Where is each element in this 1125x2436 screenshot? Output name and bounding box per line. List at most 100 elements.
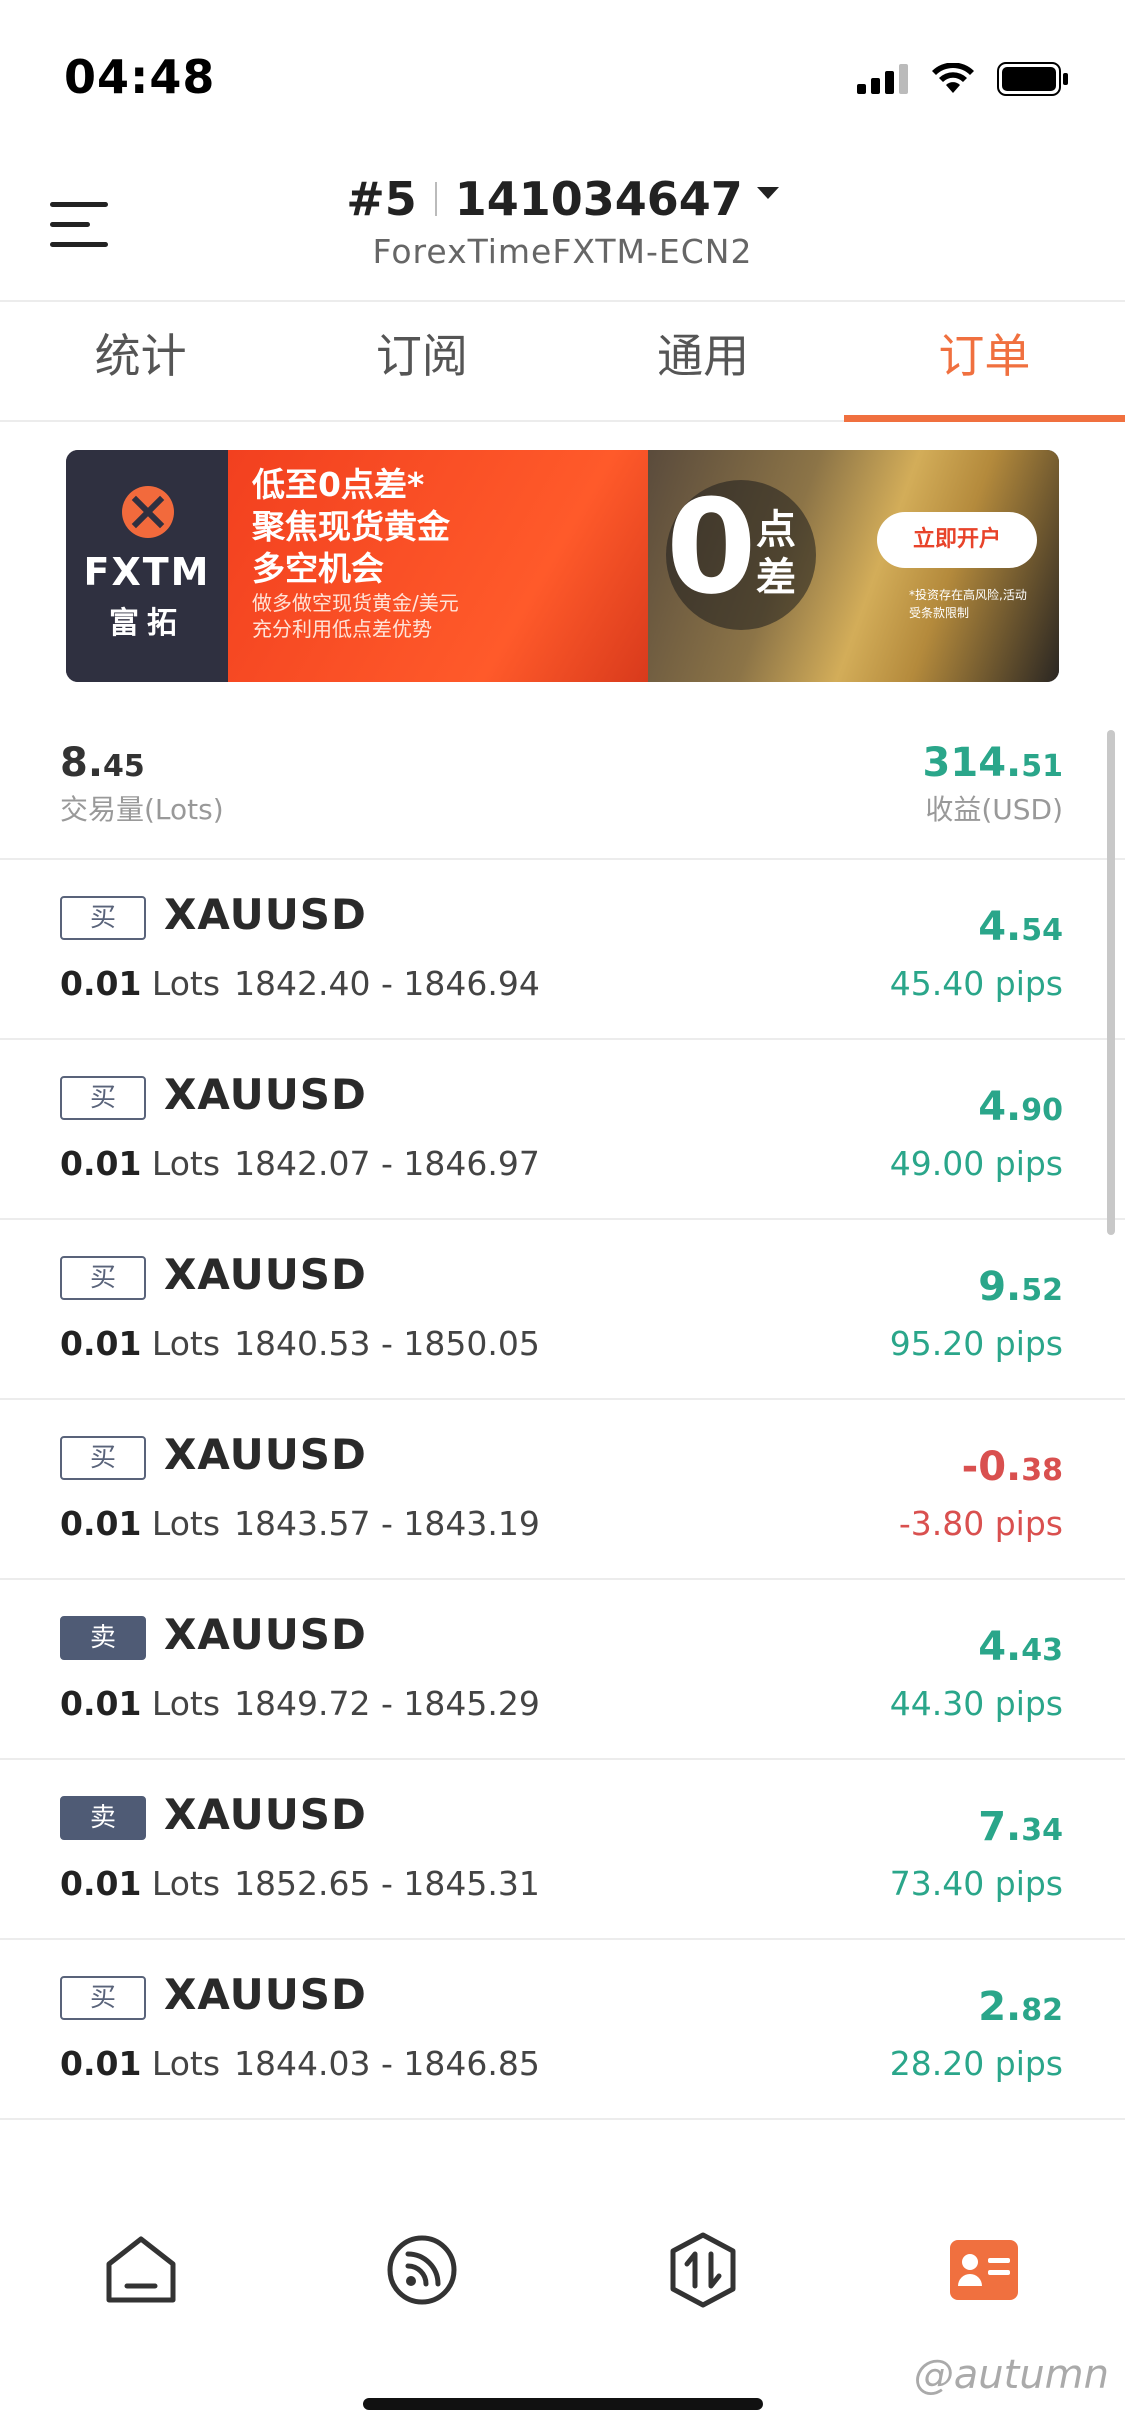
profit-dec: 90	[1021, 1093, 1063, 1128]
tab-orders[interactable]: 订单	[843, 300, 1125, 422]
order-profit: -0.38	[962, 1444, 1063, 1490]
nav-profile[interactable]	[844, 2195, 1125, 2345]
order-row[interactable]: 买 XAUUSD 0.01 Lots 1842.07 - 1846.97 4.90…	[0, 1040, 1125, 1220]
order-row[interactable]: 买 XAUUSD 0.01 Lots 1844.03 - 1846.85 2.82…	[0, 1940, 1125, 2120]
order-detail: 0.01 Lots 1844.03 - 1846.85	[60, 2044, 540, 2083]
order-prices: 1842.40 - 1846.94	[234, 964, 540, 1003]
orders-summary: 8.45 交易量(Lots) 314.51 收益(USD)	[0, 712, 1125, 860]
order-symbol: XAUUSD	[164, 1790, 367, 1839]
order-profit: 4.54	[978, 904, 1063, 950]
profile-card-icon	[950, 2240, 1019, 2300]
order-prices: 1842.07 - 1846.97	[234, 1144, 540, 1183]
nav-trade[interactable]	[563, 2195, 844, 2345]
side-badge: 买	[60, 1256, 146, 1300]
side-badge: 买	[60, 896, 146, 940]
battery-icon	[997, 62, 1068, 96]
profit-int: 9.	[978, 1264, 1022, 1310]
side-badge: 卖	[60, 1616, 146, 1660]
side-badge: 卖	[60, 1796, 146, 1840]
tab-general[interactable]: 通用	[563, 300, 844, 420]
volume-value: 8.45	[60, 740, 224, 786]
order-lots-unit: Lots	[151, 2044, 221, 2083]
cellular-signal-icon	[857, 64, 908, 94]
order-lots: 0.01	[60, 2044, 142, 2083]
order-symbol: XAUUSD	[164, 890, 367, 939]
order-symbol: XAUUSD	[164, 1430, 367, 1479]
promo-headline: 多空机会	[252, 549, 384, 588]
profit-int: 7.	[978, 1804, 1022, 1850]
order-row[interactable]: 买 XAUUSD 0.01 Lots 1842.40 - 1846.94 4.54…	[0, 860, 1125, 1040]
order-lots-unit: Lots	[151, 964, 221, 1003]
order-pips: 49.00 pips	[889, 1144, 1063, 1183]
promo-subtext: 做多做空现货黄金/美元	[252, 591, 459, 615]
order-row[interactable]: 买 XAUUSD 0.01 Lots 1843.57 - 1843.19 -0.3…	[0, 1400, 1125, 1580]
order-lots: 0.01	[60, 964, 142, 1003]
total-profit-value: 314.51	[923, 740, 1063, 786]
profit-int: 314.	[922, 740, 1022, 786]
account-number: #5	[346, 172, 417, 226]
account-selector[interactable]: #5 141034647 ForexTimeFXTM-ECN2	[0, 172, 1125, 271]
server-name: ForexTimeFXTM-ECN2	[372, 232, 753, 271]
side-badge: 买	[60, 1076, 146, 1120]
order-detail: 0.01 Lots 1843.57 - 1843.19	[60, 1504, 540, 1543]
order-profit: 9.52	[978, 1264, 1063, 1310]
order-lots-unit: Lots	[151, 1684, 221, 1723]
order-profit: 2.82	[978, 1984, 1063, 2030]
order-pips: 73.40 pips	[889, 1864, 1063, 1903]
order-detail: 0.01 Lots 1840.53 - 1850.05	[60, 1324, 540, 1363]
home-indicator	[363, 2398, 763, 2410]
fxtm-logo-icon	[122, 486, 174, 538]
promo-banner[interactable]: FXTM 富拓 低至0点差* 聚焦现货黄金 多空机会 做多做空现货黄金/美元 充…	[66, 450, 1059, 682]
open-account-button[interactable]: 立即开户	[877, 512, 1037, 568]
profit-dec: 34	[1021, 1813, 1063, 1848]
order-prices: 1852.65 - 1845.31	[234, 1864, 540, 1903]
caret-down-icon	[756, 187, 779, 199]
promo-headline: 低至0点差*	[252, 465, 425, 504]
total-profit-label: 收益(USD)	[925, 793, 1063, 826]
status-bar: 04:48	[0, 0, 1125, 150]
order-lots: 0.01	[60, 1864, 142, 1903]
profit-dec: 54	[1021, 913, 1063, 948]
order-row[interactable]: 卖 XAUUSD 0.01 Lots 1852.65 - 1845.31 7.34…	[0, 1760, 1125, 1940]
profit-dec: 52	[1021, 1273, 1063, 1308]
order-row[interactable]: 卖 XAUUSD 0.01 Lots 1849.72 - 1845.29 4.43…	[0, 1580, 1125, 1760]
account-id: 141034647	[454, 172, 743, 226]
profit-dec: 51	[1021, 749, 1063, 784]
promo-headline: 聚焦现货黄金	[252, 507, 450, 546]
tab-statistics[interactable]: 统计	[0, 300, 281, 420]
order-detail: 0.01 Lots 1842.40 - 1846.94	[60, 964, 540, 1003]
order-detail: 0.01 Lots 1849.72 - 1845.29	[60, 1684, 540, 1723]
order-lots: 0.01	[60, 1324, 142, 1363]
order-lots-unit: Lots	[151, 1864, 221, 1903]
tab-subscriptions[interactable]: 订阅	[281, 300, 562, 420]
profit-int: 4.	[978, 904, 1022, 950]
order-symbol: XAUUSD	[164, 1250, 367, 1299]
order-lots: 0.01	[60, 1144, 142, 1183]
nav-home[interactable]	[0, 2195, 281, 2345]
order-pips: 95.20 pips	[889, 1324, 1063, 1363]
status-time: 04:48	[64, 50, 216, 104]
order-lots-unit: Lots	[151, 1144, 221, 1183]
trade-icon	[670, 2232, 736, 2308]
order-profit: 4.43	[978, 1624, 1063, 1670]
nav-signals[interactable]	[281, 2195, 562, 2345]
zero-spread-label: 点差	[756, 507, 796, 601]
order-prices: 1840.53 - 1850.05	[234, 1324, 540, 1363]
banner-fine-print: *投资存在高风险,活动受条款限制	[909, 588, 1027, 620]
profit-int: 4.	[978, 1624, 1022, 1670]
volume-dec: 45	[103, 749, 145, 784]
order-symbol: XAUUSD	[164, 1070, 367, 1119]
account-header: #5 141034647 ForexTimeFXTM-ECN2	[0, 150, 1125, 302]
home-icon	[106, 2236, 176, 2303]
volume-int: 8.	[60, 740, 104, 786]
order-lots-unit: Lots	[151, 1324, 221, 1363]
profit-int: 4.	[978, 1084, 1022, 1130]
profit-int: -0.	[961, 1444, 1022, 1490]
order-pips: -3.80 pips	[898, 1504, 1063, 1543]
order-row[interactable]: 买 XAUUSD 0.01 Lots 1840.53 - 1850.05 9.52…	[0, 1220, 1125, 1400]
side-badge: 买	[60, 1436, 146, 1480]
scrollbar[interactable]	[1107, 730, 1115, 1235]
order-lots: 0.01	[60, 1504, 142, 1543]
order-lots-unit: Lots	[151, 1504, 221, 1543]
zero-spread-number: 0	[666, 471, 757, 623]
